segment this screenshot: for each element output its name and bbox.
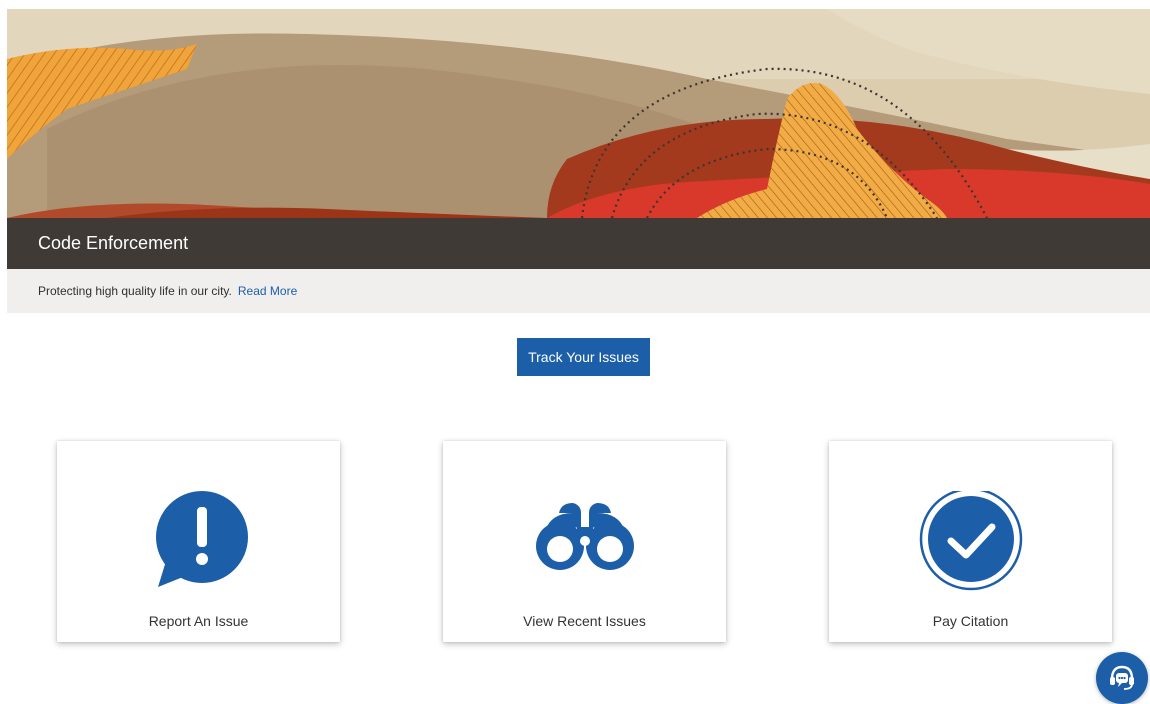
pay-citation-card[interactable]: Pay Citation — [829, 441, 1112, 642]
page-description: Protecting high quality life in our city… — [38, 284, 232, 298]
card-label: Report An Issue — [148, 613, 249, 629]
checkmark-circle-icon — [829, 491, 1112, 601]
report-an-issue-card[interactable]: Report An Issue — [57, 441, 340, 642]
help-chat-button[interactable] — [1096, 652, 1148, 704]
view-recent-issues-card[interactable]: View Recent Issues — [443, 441, 726, 642]
read-more-link[interactable]: Read More — [238, 284, 297, 298]
page: Code Enforcement Protecting high quality… — [0, 0, 1150, 704]
card-label: View Recent Issues — [523, 613, 646, 629]
speech-bubble-exclamation-icon — [57, 491, 340, 601]
binoculars-icon — [443, 491, 726, 601]
description-bar: Protecting high quality life in our city… — [7, 269, 1150, 313]
page-title: Code Enforcement — [38, 233, 189, 253]
headset-chat-icon — [1110, 665, 1134, 690]
card-label: Pay Citation — [932, 613, 1009, 629]
hero-banner — [7, 9, 1150, 218]
page-title-bar: Code Enforcement — [7, 218, 1150, 269]
track-your-issues-button[interactable]: Track Your Issues — [517, 338, 652, 376]
